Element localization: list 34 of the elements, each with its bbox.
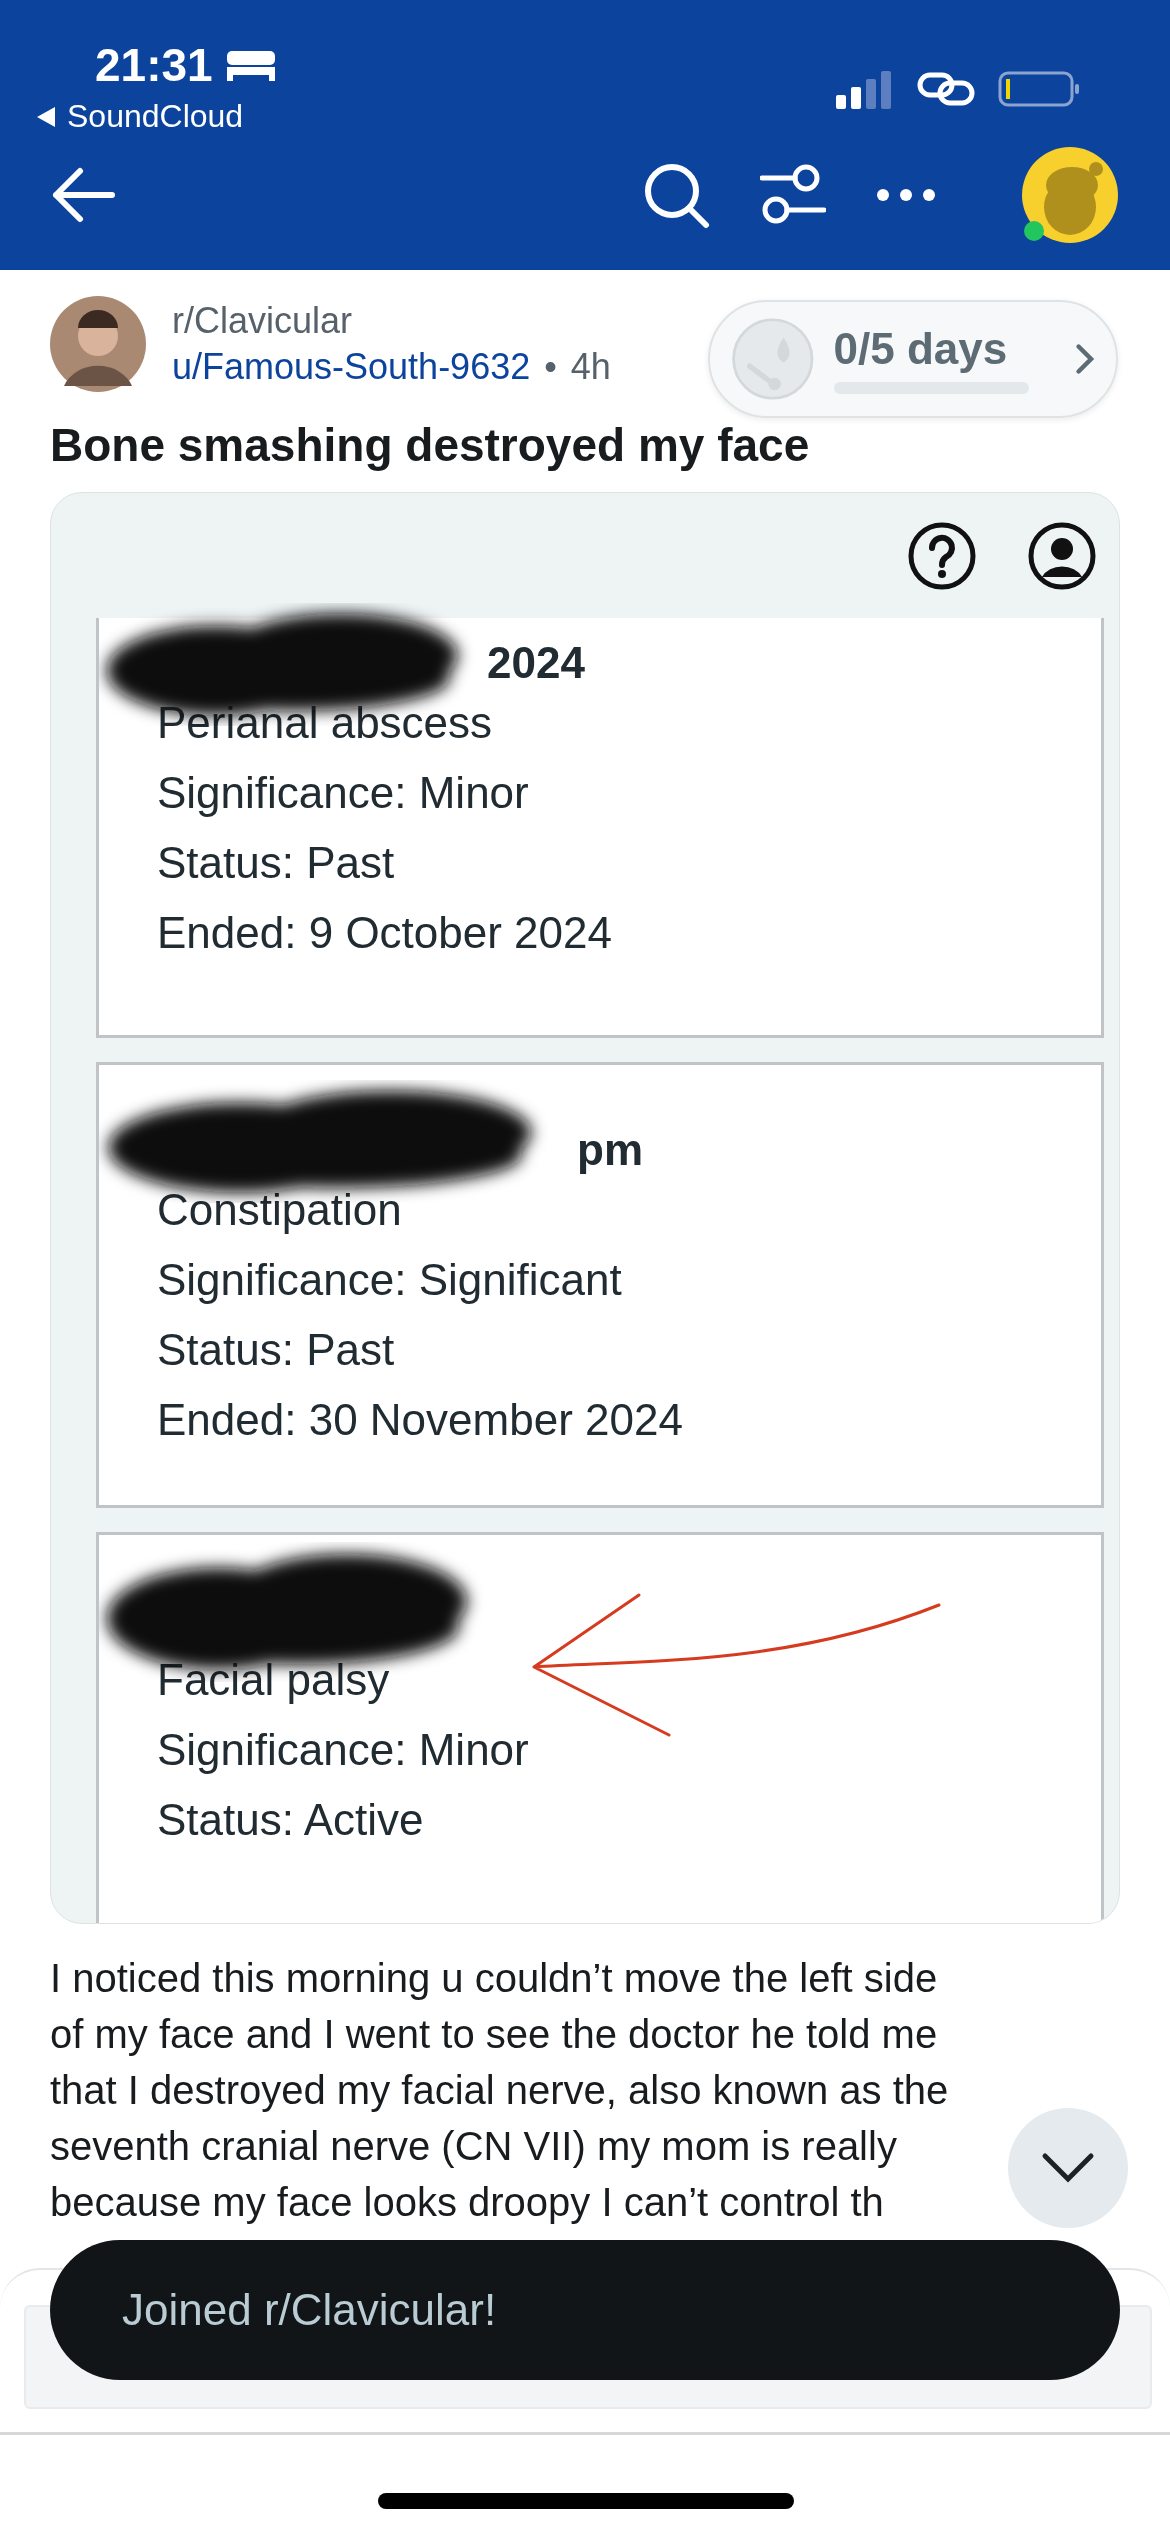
record-date: pm	[577, 1125, 643, 1175]
back-triangle-icon[interactable]	[35, 104, 57, 129]
post-age: 4h	[570, 346, 611, 388]
record-date: 2024	[487, 638, 585, 688]
battery-icon	[998, 69, 1080, 109]
subreddit-link[interactable]: r/Clavicular	[172, 300, 611, 342]
post-body-text: I noticed this morning u couldn’t move the left side of my face and I went to see the doctor he told me that I destroyed my facial nerve, also known as the seventh cranial nerve (CN VII) my mom is really because my face looks droopy I can’t control th	[50, 1955, 949, 2226]
separator-dot: •	[544, 346, 557, 388]
back-arrow-icon[interactable]	[50, 165, 116, 225]
record-line: Facial palsy	[157, 1654, 391, 1706]
more-icon[interactable]	[876, 188, 936, 202]
search-icon[interactable]	[642, 161, 710, 229]
author-link[interactable]: u/Famous-South-9632	[172, 346, 531, 388]
record-line: Perianal abscess	[157, 697, 494, 749]
record-line: Ended: 30 November 2024	[157, 1394, 684, 1446]
profile-avatar[interactable]	[1020, 145, 1120, 245]
status-time: 21:31	[95, 38, 213, 92]
post-title: Bone smashing destroyed my face	[50, 418, 810, 472]
record-line: Status: Active	[157, 1794, 425, 1846]
record-line: Constipation	[157, 1184, 403, 1236]
help-icon[interactable]	[907, 520, 977, 591]
record-line: Status: Past	[157, 1324, 396, 1376]
chevron-down-icon	[1041, 2152, 1095, 2184]
record-line: Status: Past	[157, 837, 396, 889]
record-line: Significance: Significant	[157, 1254, 623, 1306]
toast-message: Joined r/Clavicular!	[122, 2285, 497, 2335]
back-to-app-link[interactable]: SoundCloud	[67, 98, 244, 135]
streak-pill[interactable]: 0/5 days	[708, 300, 1118, 418]
record-line: Significance: Minor	[157, 1724, 530, 1776]
signal-icon	[836, 69, 894, 109]
streak-label: 0/5 days	[833, 324, 1008, 374]
record-line: Ended: 9 October 2024	[157, 907, 613, 959]
account-icon[interactable]	[1027, 520, 1097, 591]
record-line: Significance: Minor	[157, 767, 530, 819]
